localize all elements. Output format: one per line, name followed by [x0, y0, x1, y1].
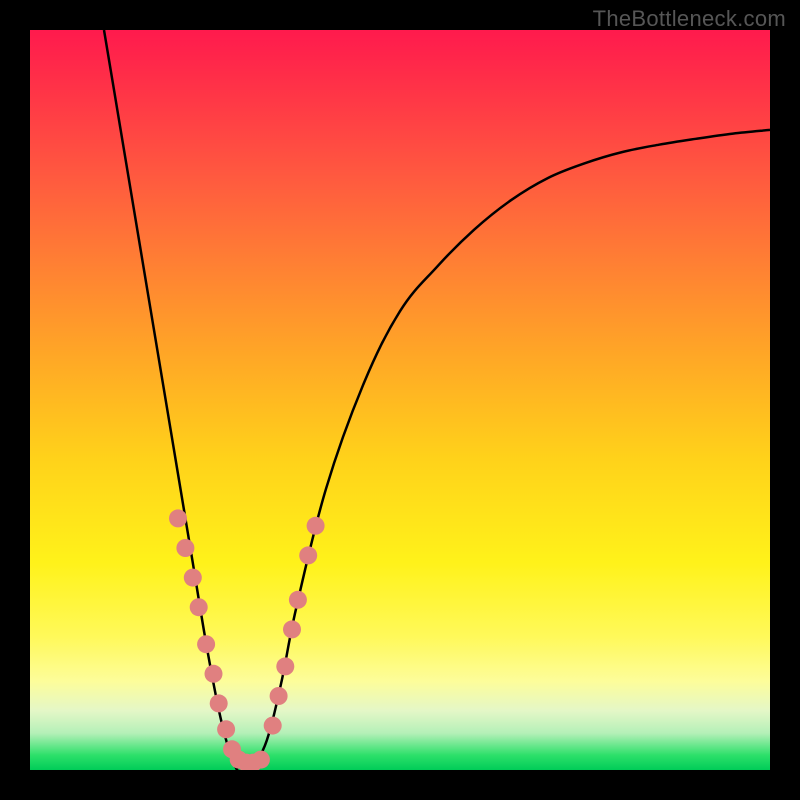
data-point [307, 517, 325, 535]
data-point [169, 509, 187, 527]
data-point [270, 687, 288, 705]
points-group [169, 509, 325, 770]
curves-group [104, 30, 770, 770]
data-point [205, 665, 223, 683]
data-point [264, 717, 282, 735]
chart-svg [30, 30, 770, 770]
data-point [176, 539, 194, 557]
data-point [217, 720, 235, 738]
data-point [210, 694, 228, 712]
data-point [276, 657, 294, 675]
data-point [184, 569, 202, 587]
curve-left-curve [104, 30, 252, 770]
data-point [252, 751, 270, 769]
data-point [190, 598, 208, 616]
curve-right-curve [252, 130, 770, 770]
chart-frame: TheBottleneck.com [0, 0, 800, 800]
watermark-text: TheBottleneck.com [593, 6, 786, 32]
plot-area [30, 30, 770, 770]
data-point [299, 546, 317, 564]
data-point [283, 620, 301, 638]
data-point [289, 591, 307, 609]
data-point [197, 635, 215, 653]
